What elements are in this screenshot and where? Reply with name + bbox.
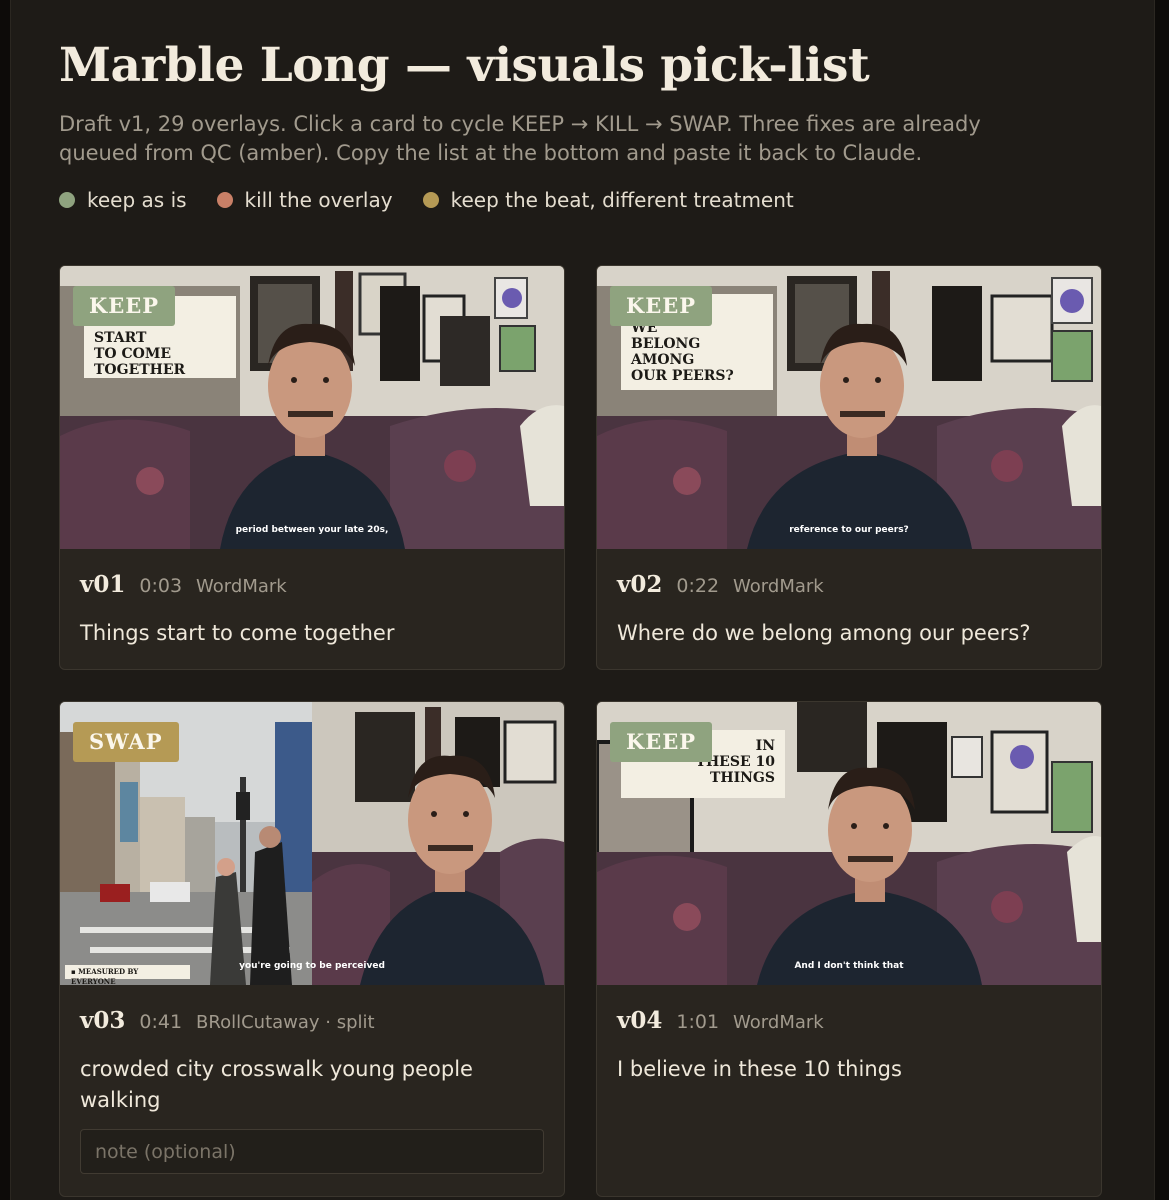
overlay-id: v02 [617,571,663,598]
overlay-card-v04[interactable]: IN THESE 10 THINGS And I don't think tha… [596,701,1102,1197]
subtitle-caption: you're going to be perceived [239,961,385,971]
video-thumbnail: START TO COME TOGETHER period between yo… [60,266,564,549]
overlay-id: v04 [617,1007,663,1034]
card-meta: v01 0:03 WordMark [80,571,287,598]
legend-label: keep the beat, different treatment [450,188,794,212]
overlay-description: Things start to come together [80,621,395,645]
overlay-type: WordMark [196,576,287,597]
overlay-type: BRollCutaway · split [196,1012,375,1033]
status-badge-keep[interactable]: KEEP [610,286,713,326]
timestamp: 1:01 [676,1011,720,1033]
status-badge-keep[interactable]: KEEP [610,722,713,762]
page-title: Marble Long — visuals pick-list [59,38,870,93]
legend-label: keep as is [87,188,187,212]
timestamp: 0:41 [139,1011,183,1033]
overlay-card-v01[interactable]: START TO COME TOGETHER period between yo… [59,265,565,670]
subtitle-caption: period between your late 20s, [235,525,389,535]
overlay-description: crowded city crosswalk young people walk… [80,1057,473,1112]
legend-item-kill: kill the overlay [216,188,393,212]
video-thumbnail: ▪ MEASURED BY EVERYONE you're going to b… [60,702,564,985]
overlay-card-v03[interactable]: ▪ MEASURED BY EVERYONE you're going to b… [59,701,565,1197]
subtitle-caption: And I don't think that [794,961,904,971]
overlay-type: WordMark [733,1012,824,1033]
legend-item-keep: keep as is [59,188,187,212]
swap-dot-icon [422,192,439,208]
overlay-id: v03 [80,1007,126,1034]
note-input[interactable] [80,1129,544,1174]
overlay-description: Where do we belong among our peers? [617,621,1031,645]
overlay-type: WordMark [733,576,824,597]
status-legend: keep as is kill the overlay keep the bea… [59,188,794,212]
status-badge-swap[interactable]: SWAP [73,722,179,762]
pick-list-page: Marble Long — visuals pick-list Draft v1… [10,0,1155,1200]
timestamp: 0:22 [676,575,720,597]
card-meta: v03 0:41 BRollCutaway · split [80,1007,375,1034]
timestamp: 0:03 [139,575,183,597]
legend-label: kill the overlay [244,188,393,212]
card-meta: v02 0:22 WordMark [617,571,824,598]
card-meta: v04 1:01 WordMark [617,1007,824,1034]
page-subtitle: Draft v1, 29 overlays. Click a card to c… [59,112,981,165]
keep-dot-icon [59,192,75,208]
overlay-id: v01 [80,571,126,598]
video-thumbnail: WE BELONG AMONG OUR PEERS? reference to … [597,266,1101,549]
video-thumbnail: IN THESE 10 THINGS And I don't think tha… [597,702,1101,985]
overlay-description: I believe in these 10 things [617,1057,902,1081]
subtitle-caption: reference to our peers? [789,525,909,535]
status-badge-keep[interactable]: KEEP [73,286,176,326]
legend-item-swap: keep the beat, different treatment [422,188,794,212]
kill-dot-icon [216,192,233,208]
overlay-card-v02[interactable]: WE BELONG AMONG OUR PEERS? reference to … [596,265,1102,670]
